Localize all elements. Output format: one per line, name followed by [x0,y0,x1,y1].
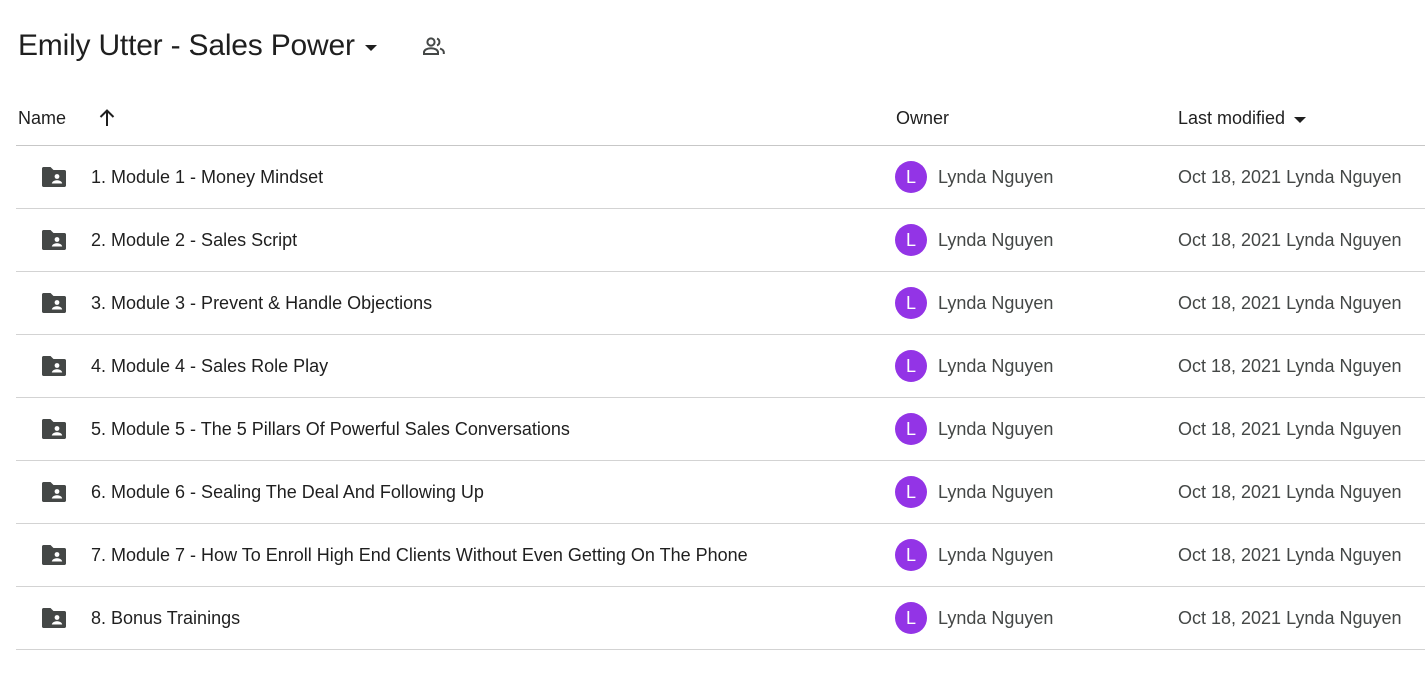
list-item[interactable]: 7. Module 7 - How To Enroll High End Cli… [16,524,1425,587]
owner-name: Lynda Nguyen [938,608,1054,628]
list-item[interactable]: 8. Bonus Trainings L Lynda Nguyen Oct 18… [16,587,1425,650]
folder-title-dropdown[interactable]: Emily Utter - Sales Power [10,24,385,68]
file-list: Name Owner Last modified 1. Module 1 - M… [16,92,1425,650]
last-modified: Oct 18, 2021 Lynda Nguyen [1178,482,1402,503]
caret-down-icon [364,44,377,51]
modified-by: Lynda Nguyen [1286,167,1402,187]
people-icon[interactable] [421,34,447,58]
avatar: L [895,602,927,634]
modified-date: Oct 18, 2021 [1178,419,1282,439]
file-name: 6. Module 6 - Sealing The Deal And Follo… [91,482,484,502]
last-modified: Oct 18, 2021 Lynda Nguyen [1178,608,1402,629]
list-item[interactable]: 6. Module 6 - Sealing The Deal And Follo… [16,461,1425,524]
modified-by: Lynda Nguyen [1286,419,1402,439]
modified-by: Lynda Nguyen [1286,356,1402,376]
avatar: L [895,539,927,571]
arrow-up-icon[interactable] [96,106,118,130]
owner-name: Lynda Nguyen [938,545,1054,565]
modified-date: Oct 18, 2021 [1178,167,1282,187]
list-item[interactable]: 2. Module 2 - Sales Script L Lynda Nguye… [16,209,1425,272]
modified-date: Oct 18, 2021 [1178,545,1282,565]
file-rows: 1. Module 1 - Money Mindset L Lynda Nguy… [16,146,1425,650]
modified-date: Oct 18, 2021 [1178,356,1282,376]
owner-name: Lynda Nguyen [938,293,1054,313]
owner-name: Lynda Nguyen [938,482,1054,502]
list-item[interactable]: 4. Module 4 - Sales Role Play L Lynda Ng… [16,335,1425,398]
column-header-last-modified-label: Last modified [1178,108,1286,128]
last-modified: Oct 18, 2021 Lynda Nguyen [1178,167,1402,188]
column-header-owner: Owner [896,108,950,128]
modified-by: Lynda Nguyen [1286,608,1402,628]
folder-header: Emily Utter - Sales Power [0,0,1425,92]
avatar: L [895,413,927,445]
file-name: 1. Module 1 - Money Mindset [91,167,324,187]
avatar: L [895,224,927,256]
shared-folder-icon [40,417,68,441]
avatar: L [895,350,927,382]
avatar: L [895,287,927,319]
file-name: 8. Bonus Trainings [91,608,241,628]
list-header: Name Owner Last modified [16,92,1425,146]
shared-folder-icon [40,228,68,252]
column-header-last-modified[interactable]: Last modified [1178,108,1307,129]
modified-date: Oct 18, 2021 [1178,293,1282,313]
avatar: L [895,476,927,508]
shared-folder-icon [40,543,68,567]
owner-name: Lynda Nguyen [938,356,1054,376]
modified-date: Oct 18, 2021 [1178,230,1282,250]
last-modified: Oct 18, 2021 Lynda Nguyen [1178,419,1402,440]
file-name: 4. Module 4 - Sales Role Play [91,356,329,376]
list-item[interactable]: 5. Module 5 - The 5 Pillars Of Powerful … [16,398,1425,461]
modified-date: Oct 18, 2021 [1178,608,1282,628]
shared-folder-icon [40,480,68,504]
modified-by: Lynda Nguyen [1286,293,1402,313]
list-item[interactable]: 3. Module 3 - Prevent & Handle Objection… [16,272,1425,335]
shared-folder-icon [40,165,68,189]
file-name: 3. Module 3 - Prevent & Handle Objection… [91,293,433,313]
modified-date: Oct 18, 2021 [1178,482,1282,502]
list-item[interactable]: 1. Module 1 - Money Mindset L Lynda Nguy… [16,146,1425,209]
last-modified: Oct 18, 2021 Lynda Nguyen [1178,230,1402,251]
shared-folder-icon [40,291,68,315]
shared-folder-icon [40,354,68,378]
file-name: 7. Module 7 - How To Enroll High End Cli… [91,545,748,565]
modified-by: Lynda Nguyen [1286,230,1402,250]
column-header-name[interactable]: Name [18,108,66,129]
owner-name: Lynda Nguyen [938,230,1054,250]
shared-folder-icon [40,606,68,630]
file-name: 2. Module 2 - Sales Script [91,230,298,250]
last-modified: Oct 18, 2021 Lynda Nguyen [1178,545,1402,566]
owner-name: Lynda Nguyen [938,167,1054,187]
modified-by: Lynda Nguyen [1286,545,1402,565]
last-modified: Oct 18, 2021 Lynda Nguyen [1178,356,1402,377]
folder-title: Emily Utter - Sales Power [18,29,355,62]
last-modified: Oct 18, 2021 Lynda Nguyen [1178,293,1402,314]
modified-by: Lynda Nguyen [1286,482,1402,502]
avatar: L [895,161,927,193]
file-name: 5. Module 5 - The 5 Pillars Of Powerful … [91,419,570,439]
caret-down-icon [1294,116,1307,123]
owner-name: Lynda Nguyen [938,419,1054,439]
